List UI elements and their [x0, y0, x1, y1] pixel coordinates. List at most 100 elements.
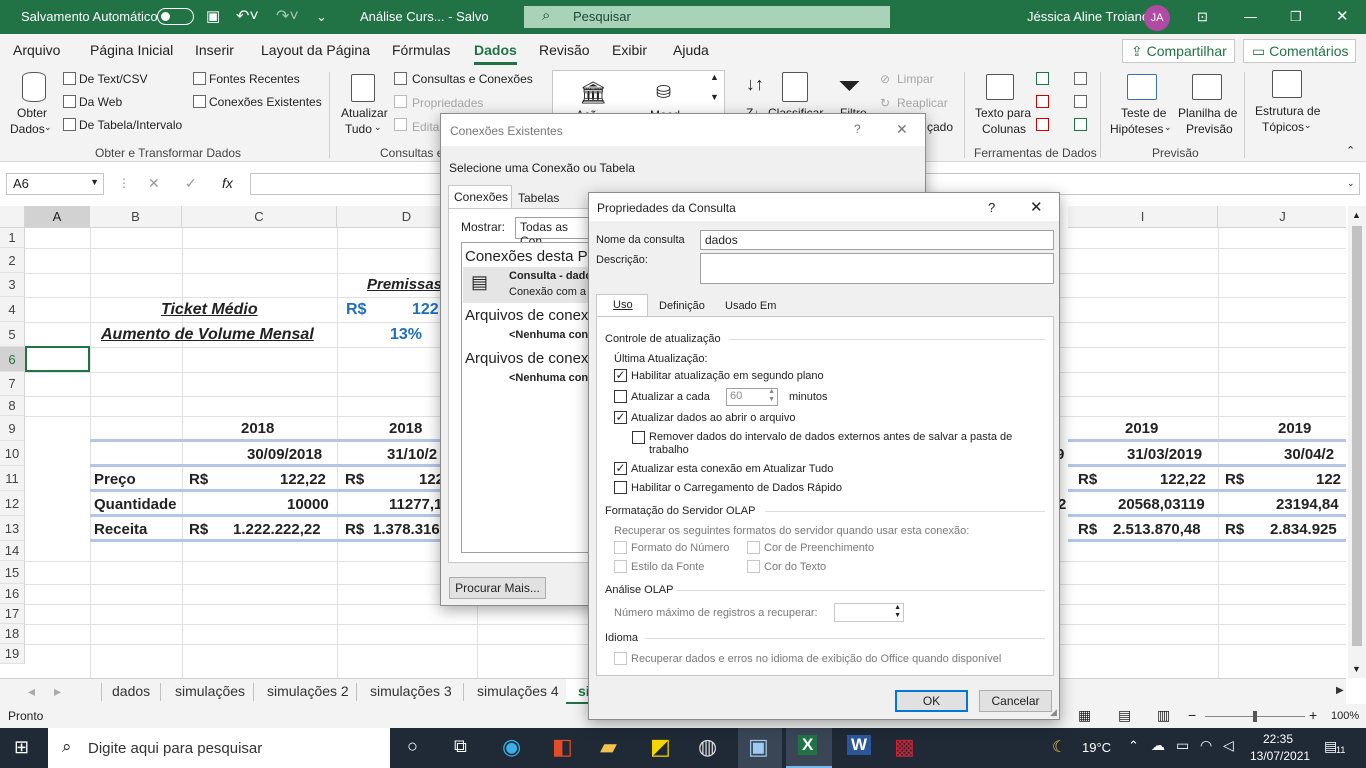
row-header[interactable]: 11: [0, 466, 25, 491]
row-header[interactable]: 3: [0, 273, 25, 297]
tab-dados[interactable]: Dados: [474, 42, 517, 65]
atualizar-label2[interactable]: Tudo: [345, 122, 372, 136]
weather-icon[interactable]: ☾: [1052, 737, 1066, 757]
ribbon-display-icon[interactable]: ⊡: [1197, 9, 1208, 25]
sheet-tab-dados[interactable]: dados: [106, 683, 156, 699]
minimize-icon[interactable]: —: [1244, 9, 1257, 24]
mostrar-select[interactable]: Todas as Con: [515, 217, 595, 248]
select-all[interactable]: [0, 206, 25, 228]
hscroll-right-icon[interactable]: ▶: [1330, 685, 1350, 696]
row-header[interactable]: 7: [0, 372, 25, 396]
texto-colunas-label[interactable]: Texto para: [975, 106, 1031, 120]
close-icon[interactable]: ✕: [1030, 198, 1043, 216]
nome-consulta-input[interactable]: dados: [700, 230, 1054, 250]
prev-sheet-icon[interactable]: ◂: [22, 683, 41, 700]
tab-ajuda[interactable]: Ajuda: [673, 42, 709, 58]
name-box[interactable]: A6 ▼: [6, 173, 104, 195]
procurar-mais-button[interactable]: Procurar Mais...: [449, 577, 546, 599]
gallery-down-icon[interactable]: ▼: [710, 92, 719, 102]
winrar-icon[interactable]: ▩: [894, 734, 915, 760]
remove-duplicates-icon[interactable]: [1036, 95, 1049, 108]
checkbox-label[interactable]: Habilitar atualização em segundo plano: [631, 370, 824, 382]
obs-icon[interactable]: ◍: [698, 734, 717, 760]
checkbox-label[interactable]: Estilo da Fonte: [631, 561, 704, 573]
row-header[interactable]: 15: [0, 561, 25, 584]
undo-icon[interactable]: ↶˅: [236, 6, 259, 26]
list-item-title[interactable]: Consulta - dado: [509, 270, 592, 282]
close-icon[interactable]: ✕: [1336, 7, 1349, 25]
column-header-i[interactable]: I: [1068, 206, 1218, 228]
tab-revisao[interactable]: Revisão: [539, 42, 590, 58]
next-sheet-icon[interactable]: ▸: [48, 683, 67, 700]
checkbox-label[interactable]: Atualizar esta conexão em Atualizar Tudo: [631, 463, 833, 475]
editar-button[interactable]: Editar: [412, 120, 443, 134]
checkbox-label[interactable]: Recuperar dados e erros no idioma de exi…: [631, 653, 1001, 665]
sheet-tab-simulacoes-3[interactable]: simulações 3: [364, 683, 458, 699]
windows-start-icon[interactable]: ⊞: [14, 737, 29, 758]
data-validation-icon[interactable]: [1036, 118, 1049, 131]
sheet-tab-simulacoes-2[interactable]: simulações 2: [261, 683, 355, 699]
selected-cell[interactable]: [25, 346, 90, 372]
descricao-input[interactable]: [700, 253, 1054, 284]
row-header[interactable]: 1: [0, 228, 25, 248]
checkbox-language[interactable]: [614, 652, 627, 665]
tab-pagina-inicial[interactable]: Página Inicial: [90, 42, 173, 58]
zoom-level[interactable]: 100%: [1331, 710, 1359, 722]
excel-icon[interactable]: X: [798, 735, 818, 755]
file-explorer-icon[interactable]: ▰: [600, 734, 617, 760]
autosave-toggle[interactable]: [157, 8, 194, 25]
tabela-button[interactable]: De Tabela/Intervalo: [79, 118, 182, 132]
checkbox-remove-data[interactable]: [632, 431, 645, 444]
word-icon[interactable]: W: [847, 735, 872, 755]
tab-tabelas[interactable]: Tabelas: [518, 191, 559, 205]
sheet-tab-simulacoes[interactable]: simulações: [169, 683, 251, 699]
column-header-c[interactable]: C: [182, 206, 337, 228]
fontes-recentes-button[interactable]: Fontes Recentes: [209, 72, 300, 86]
checkbox-label[interactable]: Cor de Preenchimento: [764, 542, 874, 554]
redo-icon[interactable]: ↷˅: [276, 6, 299, 26]
avatar[interactable]: JA: [1144, 5, 1170, 31]
sheet-tab-simulacoes-4[interactable]: simulações 4: [471, 683, 565, 699]
reaplicar-button[interactable]: Reaplicar: [897, 96, 948, 110]
tab-definicao[interactable]: Definição: [659, 300, 705, 312]
cortana-icon[interactable]: ○: [407, 736, 418, 757]
obter-dados-label2[interactable]: Dados: [10, 122, 45, 136]
planilha-previsao-label[interactable]: Planilha de: [1178, 106, 1237, 120]
consolidate-icon[interactable]: [1074, 72, 1087, 85]
row-header[interactable]: 8: [0, 396, 25, 416]
save-icon[interactable]: ▣: [206, 7, 220, 25]
search-box[interactable]: ⌕ Pesquisar: [524, 6, 890, 28]
max-records-stepper[interactable]: ▲ ▼: [834, 603, 904, 622]
checkbox-label[interactable]: Atualizar a cada: [631, 391, 710, 403]
fx-icon[interactable]: fx: [222, 175, 233, 191]
checkbox-background-refresh[interactable]: ✓: [614, 369, 627, 382]
zoom-thumb[interactable]: [1253, 711, 1257, 722]
gallery-up-icon[interactable]: ▲: [710, 72, 719, 82]
refresh-minutes-stepper[interactable]: 60 ▲ ▼: [726, 388, 778, 406]
row-header[interactable]: 14: [0, 541, 25, 561]
consultas-conexoes-button[interactable]: Consultas e Conexões: [412, 72, 533, 86]
row-header[interactable]: 13: [0, 516, 25, 541]
scroll-thumb[interactable]: [1352, 226, 1362, 646]
zoom-in-icon[interactable]: +: [1309, 707, 1317, 723]
atualizar-label[interactable]: Atualizar: [341, 106, 388, 120]
stepper-arrows-icon[interactable]: ▲ ▼: [894, 604, 901, 620]
customize-qat-icon[interactable]: ⌄: [316, 9, 327, 25]
limpar-button[interactable]: Limpar: [897, 72, 934, 86]
user-name[interactable]: Jéssica Aline Troiano: [1027, 9, 1149, 24]
onedrive-icon[interactable]: ☁: [1151, 737, 1165, 754]
tab-exibir[interactable]: Exibir: [612, 42, 647, 58]
checkbox-refresh-on-open[interactable]: ✓: [614, 411, 627, 424]
estrutura-label[interactable]: Estrutura de: [1255, 104, 1320, 118]
tab-uso-label[interactable]: Uso: [613, 299, 633, 311]
office-icon[interactable]: ◧: [552, 734, 573, 760]
scroll-down-icon[interactable]: ▼: [1352, 664, 1361, 674]
row-header[interactable]: 18: [0, 624, 25, 644]
obter-dados-label[interactable]: Obter: [17, 106, 47, 120]
relationships-icon[interactable]: [1074, 95, 1087, 108]
row-header[interactable]: 6: [0, 347, 25, 372]
row-header[interactable]: 19: [0, 644, 25, 664]
temperature[interactable]: 19°C: [1082, 740, 1111, 755]
edge-icon[interactable]: ◉: [502, 734, 521, 760]
page-break-icon[interactable]: ▥: [1157, 707, 1170, 724]
